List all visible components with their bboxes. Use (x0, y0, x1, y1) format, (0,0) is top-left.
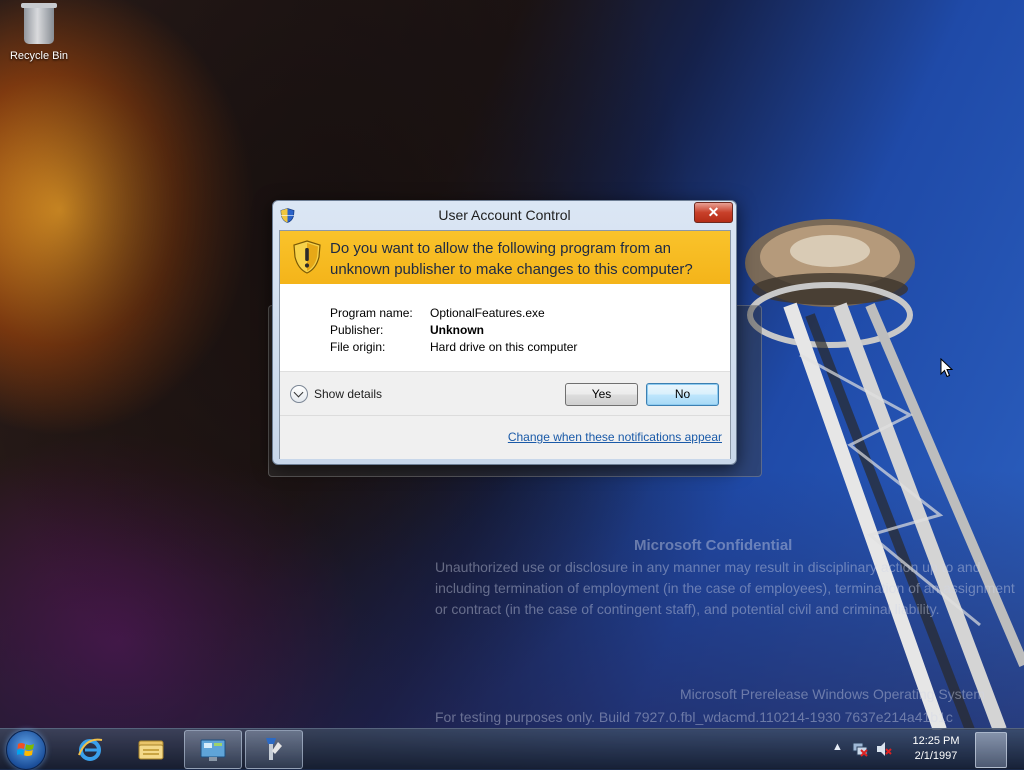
start-button[interactable] (6, 730, 46, 770)
program-info: Program name: OptionalFeatures.exe Publis… (330, 306, 577, 357)
taskbar: ▲ 12:25 PM 2/1/1997 (0, 728, 1024, 770)
warning-shield-icon (293, 240, 321, 274)
system-clock[interactable]: 12:25 PM 2/1/1997 (905, 734, 967, 764)
watermark-body: Unauthorized use or disclosure in any ma… (435, 559, 1015, 617)
program-name-value: OptionalFeatures.exe (430, 306, 545, 320)
warning-banner: Do you want to allow the following progr… (280, 231, 730, 284)
tray-overflow-arrow[interactable]: ▲ (832, 741, 843, 753)
recycle-bin-icon (21, 3, 57, 44)
taskbar-internet-explorer[interactable] (62, 730, 118, 767)
yes-button[interactable]: Yes (565, 383, 638, 406)
info-row-program: Program name: OptionalFeatures.exe (330, 306, 577, 323)
recycle-bin-label: Recycle Bin (9, 50, 69, 62)
taskbar-explorer[interactable] (123, 730, 179, 767)
show-desktop-button[interactable] (975, 732, 1007, 768)
recycle-bin-shortcut[interactable]: Recycle Bin (6, 3, 72, 62)
mouse-cursor-icon (940, 358, 954, 378)
dialog-title: User Account Control (438, 207, 571, 223)
info-row-origin: File origin: Hard drive on this computer (330, 340, 577, 357)
publisher-value: Unknown (430, 323, 484, 337)
dialog-titlebar[interactable]: User Account Control ✕ (273, 201, 736, 230)
file-origin-label: File origin: (330, 340, 386, 354)
chevron-down-icon (290, 385, 308, 403)
clock-time: 12:25 PM (912, 735, 960, 747)
no-button[interactable]: No (646, 383, 719, 406)
dialog-footer: Show details Yes No Change when these no… (280, 371, 730, 459)
watermark-build-title: Microsoft Prerelease Windows Operating S… (680, 686, 985, 702)
footer-divider (280, 415, 730, 416)
network-icon[interactable] (852, 741, 868, 757)
uac-question: Do you want to allow the following progr… (330, 240, 693, 278)
close-button[interactable]: ✕ (694, 202, 733, 223)
taskbar-tools[interactable] (245, 730, 303, 769)
show-details-toggle[interactable]: Show details (290, 385, 382, 403)
close-icon: ✕ (707, 204, 720, 220)
tools-icon (266, 738, 282, 760)
volume-muted-icon[interactable] (876, 741, 892, 757)
watermark-title: Microsoft Confidential (634, 537, 793, 554)
program-name-label: Program name: (330, 306, 413, 320)
show-details-label: Show details (314, 387, 383, 401)
publisher-label: Publisher: (330, 323, 384, 337)
internet-explorer-icon (78, 738, 103, 761)
dialog-content: Do you want to allow the following progr… (279, 230, 731, 459)
notification-settings-link[interactable]: Change when these notifications appear (508, 430, 722, 444)
watermark-build-string: For testing purposes only. Build 7927.0.… (435, 709, 953, 725)
uac-dialog: User Account Control ✕ Do you want to al… (272, 200, 737, 465)
windows-logo-icon (17, 743, 34, 757)
info-row-publisher: Publisher: Unknown (330, 323, 577, 340)
file-origin-value: Hard drive on this computer (430, 340, 578, 354)
taskbar-control-panel[interactable] (184, 730, 242, 769)
clock-date: 2/1/1997 (914, 750, 958, 762)
control-panel-icon (200, 739, 226, 761)
folder-icon (138, 740, 164, 760)
